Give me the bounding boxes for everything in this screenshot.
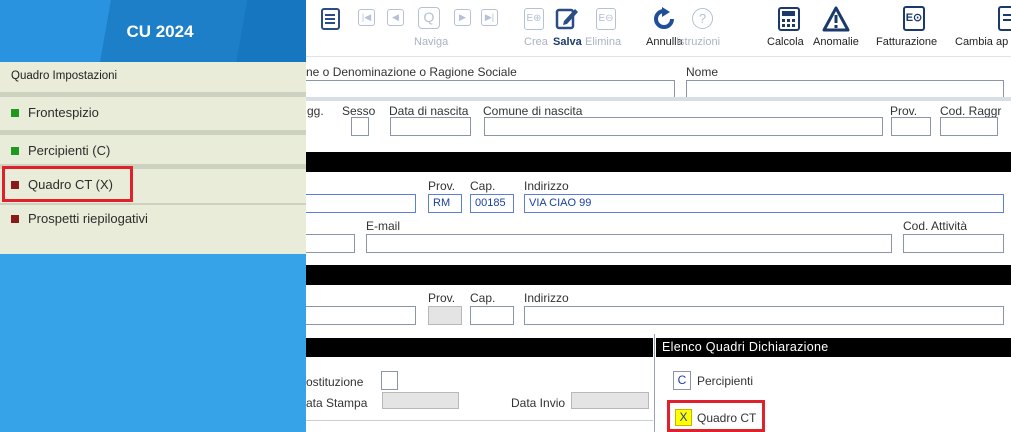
salva-label[interactable]: Salva — [553, 36, 582, 48]
res-cap-label: Cap. — [470, 179, 496, 193]
res-prov-input[interactable]: RM — [428, 194, 462, 213]
comune-input[interactable] — [484, 117, 883, 136]
quadro-c-checkbox[interactable]: C — [673, 371, 691, 390]
res-indirizzo-input[interactable]: VIA CIAO 99 — [524, 194, 1004, 213]
naviga-label: Naviga — [414, 36, 449, 48]
sidebar-highlight-box — [2, 166, 133, 202]
datastampa-label: ata Stampa — [306, 396, 368, 410]
datastampa-input — [382, 392, 459, 409]
next-icon[interactable]: ▶ — [454, 9, 471, 26]
nome-label: Nome — [686, 65, 719, 79]
agg-label: gg. — [307, 104, 324, 118]
sesso-label: Sesso — [342, 104, 376, 118]
dom-comune-input[interactable] — [300, 306, 416, 325]
comune-label: Comune di nascita — [483, 104, 583, 118]
app-title: CU 2024 — [126, 22, 194, 41]
panel-divider — [654, 334, 655, 432]
cognome-label: ne o Denominazione o Ragione Sociale — [306, 65, 517, 79]
codattivita-input[interactable] — [903, 234, 1004, 253]
invoice-icon[interactable]: E⊙ — [903, 6, 925, 31]
help-icon[interactable]: ? — [692, 8, 713, 29]
row-divider — [306, 97, 1011, 101]
codattivita-label: Cod. Attività — [903, 219, 968, 233]
section-label: Quadro Impostazioni — [11, 70, 118, 82]
search-icon[interactable]: Q — [418, 7, 440, 29]
costituzione-input[interactable] — [381, 371, 398, 390]
res-comune-input[interactable] — [300, 194, 416, 213]
status-square-icon — [11, 215, 19, 223]
cambia-app-label[interactable]: Cambia ap — [955, 36, 1008, 48]
dom-prov-input — [428, 306, 462, 325]
bottom-divider — [306, 420, 653, 421]
elimina-label[interactable]: Elimina — [585, 36, 621, 48]
first-icon[interactable]: |◀ — [358, 9, 375, 26]
sidebar-item-label: Frontespizio — [28, 105, 99, 120]
save-icon[interactable] — [555, 6, 579, 30]
sidebar: CU 2024 Quadro Impostazioni Frontespizio… — [0, 0, 306, 432]
prov-input[interactable] — [891, 117, 931, 136]
datainvio-input — [571, 392, 649, 409]
dom-prov-label: Prov. — [428, 291, 456, 305]
new-icon[interactable]: E⊕ — [524, 8, 544, 30]
dom-indirizzo-input[interactable] — [524, 306, 1004, 325]
sidebar-item-label: Percipienti (C) — [28, 143, 111, 158]
istruzioni-label[interactable]: Istruzioni — [676, 36, 720, 48]
dom-cap-label: Cap. — [470, 291, 496, 305]
email-input[interactable] — [366, 234, 892, 253]
sidebar-header: CU 2024 — [0, 0, 306, 62]
quadri-title: Elenco Quadri Dichiarazione — [662, 340, 829, 354]
anomalie-label[interactable]: Anomalie — [813, 36, 859, 48]
sidebar-menu: Quadro Impostazioni Frontespizio Percipi… — [0, 62, 306, 254]
section-bar-domicilio — [306, 265, 1011, 285]
sidebar-item-label: Prospetti riepilogativi — [28, 211, 148, 226]
last-icon[interactable]: ▶| — [481, 9, 498, 26]
res-indirizzo-label: Indirizzo — [524, 179, 569, 193]
calculator-icon[interactable] — [778, 7, 800, 31]
warning-icon[interactable] — [822, 6, 850, 32]
codraggr-label: Cod. Raggr — [940, 104, 1002, 118]
sidebar-item-prospetti[interactable]: Prospetti riepilogativi — [0, 203, 306, 236]
undo-icon[interactable] — [652, 7, 676, 31]
datainvio-label: Data Invio — [511, 396, 566, 410]
list-icon[interactable] — [321, 8, 340, 30]
email-label: E-mail — [366, 219, 401, 233]
res-cap-input[interactable]: 00185 — [470, 194, 514, 213]
fatturazione-label[interactable]: Fatturazione — [876, 36, 937, 48]
sidebar-item-frontespizio[interactable]: Frontespizio — [0, 97, 306, 130]
res-prov-label: Prov. — [428, 179, 456, 193]
delete-icon[interactable]: E⊖ — [596, 8, 616, 30]
quadri-header: Elenco Quadri Dichiarazione — [656, 338, 1011, 357]
sesso-input[interactable] — [351, 117, 369, 136]
codraggr-input[interactable] — [940, 117, 998, 136]
crea-label[interactable]: Crea — [524, 36, 548, 48]
quadro-ct-label: Quadro CT — [697, 411, 757, 425]
sidebar-section-header: Quadro Impostazioni — [0, 62, 306, 92]
quadro-ct-checkbox[interactable]: X — [675, 409, 692, 426]
switch-app-icon[interactable] — [998, 6, 1011, 31]
quadro-c-label: Percipienti — [697, 374, 754, 388]
section-bar-residenza — [306, 152, 1011, 172]
section-bar-invio — [306, 338, 653, 357]
status-square-icon — [11, 109, 19, 117]
dom-indirizzo-label: Indirizzo — [524, 291, 569, 305]
status-square-icon — [11, 147, 19, 155]
telefono-input[interactable] — [300, 234, 355, 253]
prov-label: Prov. — [890, 104, 918, 118]
costituzione-label: ostituzione — [306, 375, 364, 389]
calcola-label[interactable]: Calcola — [767, 36, 804, 48]
dom-cap-input[interactable] — [470, 306, 514, 325]
nascita-label: Data di nascita — [389, 104, 469, 118]
nascita-input[interactable] — [390, 117, 471, 136]
prev-icon[interactable]: ◀ — [387, 9, 404, 26]
